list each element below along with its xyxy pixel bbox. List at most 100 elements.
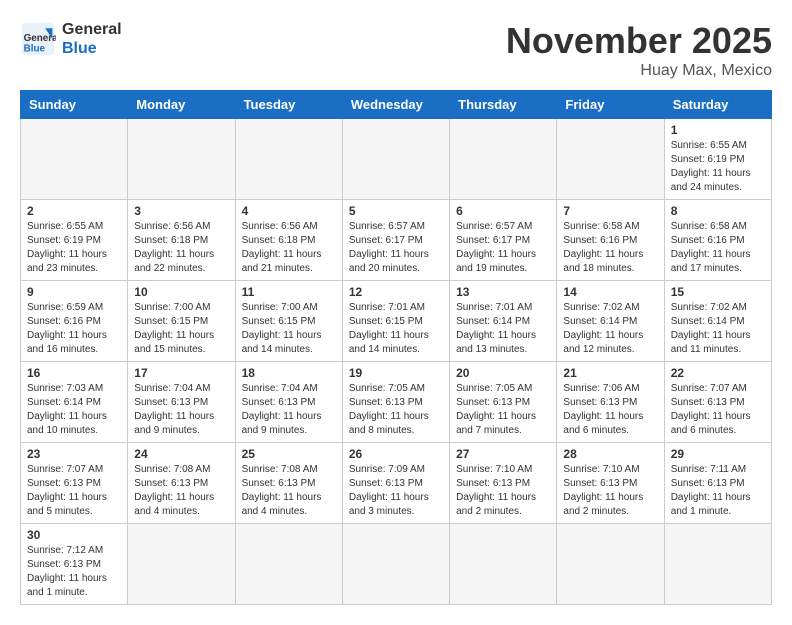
day-info: Sunrise: 6:58 AM Sunset: 6:16 PM Dayligh… <box>671 220 765 276</box>
day-info: Sunrise: 7:01 AM Sunset: 6:15 PM Dayligh… <box>349 301 443 357</box>
day-number: 16 <box>27 366 121 380</box>
calendar-cell <box>557 524 664 605</box>
calendar-cell: 15 Sunrise: 7:02 AM Sunset: 6:14 PM Dayli… <box>664 281 771 362</box>
day-info: Sunrise: 6:57 AM Sunset: 6:17 PM Dayligh… <box>456 220 550 276</box>
day-info: Sunrise: 7:07 AM Sunset: 6:13 PM Dayligh… <box>27 463 121 519</box>
weekday-header-sunday: Sunday <box>21 91 128 119</box>
day-number: 19 <box>349 366 443 380</box>
calendar-cell: 21 Sunrise: 7:06 AM Sunset: 6:13 PM Dayli… <box>557 362 664 443</box>
calendar-cell: 18 Sunrise: 7:04 AM Sunset: 6:13 PM Dayli… <box>235 362 342 443</box>
day-info: Sunrise: 7:01 AM Sunset: 6:14 PM Dayligh… <box>456 301 550 357</box>
calendar-cell: 9Sunrise: 6:59 AM Sunset: 6:16 PM Daylig… <box>21 281 128 362</box>
calendar-cell: 12 Sunrise: 7:01 AM Sunset: 6:15 PM Dayli… <box>342 281 449 362</box>
day-number: 8 <box>671 204 765 218</box>
calendar-cell <box>128 524 235 605</box>
day-number: 27 <box>456 447 550 461</box>
calendar-cell: 29Sunrise: 7:11 AM Sunset: 6:13 PM Dayli… <box>664 443 771 524</box>
day-info: Sunrise: 7:10 AM Sunset: 6:13 PM Dayligh… <box>456 463 550 519</box>
day-info: Sunrise: 7:02 AM Sunset: 6:14 PM Dayligh… <box>563 301 657 357</box>
day-number: 3 <box>134 204 228 218</box>
day-info: Sunrise: 7:00 AM Sunset: 6:15 PM Dayligh… <box>242 301 336 357</box>
calendar-cell: 19Sunrise: 7:05 AM Sunset: 6:13 PM Dayli… <box>342 362 449 443</box>
day-number: 18 <box>242 366 336 380</box>
svg-text:Blue: Blue <box>24 44 46 55</box>
weekday-header-friday: Friday <box>557 91 664 119</box>
day-number: 2 <box>27 204 121 218</box>
day-number: 7 <box>563 204 657 218</box>
day-info: Sunrise: 7:03 AM Sunset: 6:14 PM Dayligh… <box>27 382 121 438</box>
calendar-cell <box>342 119 449 200</box>
calendar-cell <box>450 119 557 200</box>
calendar-table: SundayMondayTuesdayWednesdayThursdayFrid… <box>20 90 772 605</box>
calendar-cell: 8 Sunrise: 6:58 AM Sunset: 6:16 PM Daylig… <box>664 200 771 281</box>
day-number: 14 <box>563 285 657 299</box>
weekday-header-monday: Monday <box>128 91 235 119</box>
location: Huay Max, Mexico <box>506 62 772 80</box>
calendar-cell: 25 Sunrise: 7:08 AM Sunset: 6:13 PM Dayli… <box>235 443 342 524</box>
day-info: Sunrise: 7:04 AM Sunset: 6:13 PM Dayligh… <box>134 382 228 438</box>
day-info: Sunrise: 6:58 AM Sunset: 6:16 PM Dayligh… <box>563 220 657 276</box>
calendar-cell: 10 Sunrise: 7:00 AM Sunset: 6:15 PM Dayli… <box>128 281 235 362</box>
day-number: 17 <box>134 366 228 380</box>
day-number: 1 <box>671 123 765 137</box>
calendar-cell <box>450 524 557 605</box>
day-number: 28 <box>563 447 657 461</box>
day-info: Sunrise: 6:57 AM Sunset: 6:17 PM Dayligh… <box>349 220 443 276</box>
calendar-cell: 27 Sunrise: 7:10 AM Sunset: 6:13 PM Dayli… <box>450 443 557 524</box>
calendar-cell: 28 Sunrise: 7:10 AM Sunset: 6:13 PM Dayli… <box>557 443 664 524</box>
day-number: 13 <box>456 285 550 299</box>
day-number: 21 <box>563 366 657 380</box>
calendar-cell: 14 Sunrise: 7:02 AM Sunset: 6:14 PM Dayli… <box>557 281 664 362</box>
logo: General Blue General Blue <box>20 20 122 58</box>
day-info: Sunrise: 7:08 AM Sunset: 6:13 PM Dayligh… <box>134 463 228 519</box>
day-number: 4 <box>242 204 336 218</box>
calendar-cell: 23 Sunrise: 7:07 AM Sunset: 6:13 PM Dayli… <box>21 443 128 524</box>
calendar-cell: 5 Sunrise: 6:57 AM Sunset: 6:17 PM Daylig… <box>342 200 449 281</box>
calendar-cell: 26 Sunrise: 7:09 AM Sunset: 6:13 PM Dayli… <box>342 443 449 524</box>
logo-general: General <box>62 20 122 39</box>
day-info: Sunrise: 7:04 AM Sunset: 6:13 PM Dayligh… <box>242 382 336 438</box>
day-info: Sunrise: 7:10 AM Sunset: 6:13 PM Dayligh… <box>563 463 657 519</box>
calendar-cell: 4Sunrise: 6:56 AM Sunset: 6:18 PM Daylig… <box>235 200 342 281</box>
page-header: General Blue General Blue November 2025 … <box>20 20 772 80</box>
day-number: 25 <box>242 447 336 461</box>
day-info: Sunrise: 7:06 AM Sunset: 6:13 PM Dayligh… <box>563 382 657 438</box>
day-info: Sunrise: 6:59 AM Sunset: 6:16 PM Dayligh… <box>27 301 121 357</box>
logo-icon: General Blue <box>20 21 56 57</box>
day-number: 15 <box>671 285 765 299</box>
day-info: Sunrise: 7:00 AM Sunset: 6:15 PM Dayligh… <box>134 301 228 357</box>
weekday-header-thursday: Thursday <box>450 91 557 119</box>
day-number: 6 <box>456 204 550 218</box>
calendar-cell <box>235 524 342 605</box>
calendar-cell: 24 Sunrise: 7:08 AM Sunset: 6:13 PM Dayli… <box>128 443 235 524</box>
day-info: Sunrise: 7:08 AM Sunset: 6:13 PM Dayligh… <box>242 463 336 519</box>
day-info: Sunrise: 7:07 AM Sunset: 6:13 PM Dayligh… <box>671 382 765 438</box>
day-number: 22 <box>671 366 765 380</box>
calendar-cell: 11 Sunrise: 7:00 AM Sunset: 6:15 PM Dayli… <box>235 281 342 362</box>
calendar-cell: 13 Sunrise: 7:01 AM Sunset: 6:14 PM Dayli… <box>450 281 557 362</box>
calendar-cell: 30Sunrise: 7:12 AM Sunset: 6:13 PM Dayli… <box>21 524 128 605</box>
day-number: 30 <box>27 528 121 542</box>
calendar-cell: 22 Sunrise: 7:07 AM Sunset: 6:13 PM Dayli… <box>664 362 771 443</box>
day-number: 12 <box>349 285 443 299</box>
calendar-cell: 1Sunrise: 6:55 AM Sunset: 6:19 PM Daylig… <box>664 119 771 200</box>
weekday-header-saturday: Saturday <box>664 91 771 119</box>
weekday-header-tuesday: Tuesday <box>235 91 342 119</box>
day-number: 10 <box>134 285 228 299</box>
calendar-cell <box>557 119 664 200</box>
calendar-cell: 2Sunrise: 6:55 AM Sunset: 6:19 PM Daylig… <box>21 200 128 281</box>
day-number: 11 <box>242 285 336 299</box>
calendar-cell <box>21 119 128 200</box>
day-number: 23 <box>27 447 121 461</box>
calendar-cell: 6 Sunrise: 6:57 AM Sunset: 6:17 PM Daylig… <box>450 200 557 281</box>
day-info: Sunrise: 7:02 AM Sunset: 6:14 PM Dayligh… <box>671 301 765 357</box>
day-info: Sunrise: 6:56 AM Sunset: 6:18 PM Dayligh… <box>134 220 228 276</box>
logo-blue: Blue <box>62 39 122 58</box>
day-number: 24 <box>134 447 228 461</box>
day-number: 26 <box>349 447 443 461</box>
day-number: 5 <box>349 204 443 218</box>
day-info: Sunrise: 7:09 AM Sunset: 6:13 PM Dayligh… <box>349 463 443 519</box>
weekday-header-wednesday: Wednesday <box>342 91 449 119</box>
calendar-cell: 7 Sunrise: 6:58 AM Sunset: 6:16 PM Daylig… <box>557 200 664 281</box>
day-info: Sunrise: 7:05 AM Sunset: 6:13 PM Dayligh… <box>456 382 550 438</box>
